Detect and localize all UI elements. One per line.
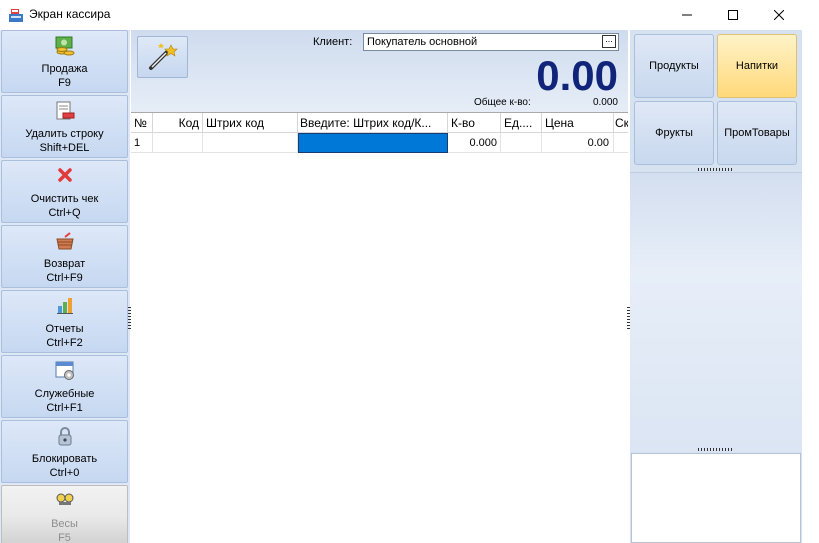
lock-label: Блокировать [31,453,98,465]
magic-wand-icon [149,43,178,70]
client-value: Покупатель основной [367,36,478,48]
cell-input-selected[interactable] [298,133,448,153]
cashier-window: Экран кассира Продажа F9 Удалить строку … [0,0,819,543]
return-button[interactable]: Возврат Ctrl+F9 [1,225,128,288]
maximize-icon [728,10,738,20]
reports-label: Отчеты [45,323,84,335]
category-products-button[interactable]: Продукты [634,34,714,98]
chart-icon [57,298,73,314]
cell-code[interactable] [153,133,203,153]
settings-window-icon [55,361,74,380]
category-panel: Продукты Напитки Фрукты ПромТовары [630,30,802,543]
clear-receipt-shortcut: Ctrl+Q [48,207,81,219]
client-field[interactable]: Покупатель основной ... [363,33,619,51]
column-header-qty[interactable]: К-во [448,113,501,133]
column-header-price[interactable]: Цена [542,113,614,133]
return-label: Возврат [43,258,86,270]
total-amount: 0.00 [536,52,618,99]
minimize-icon [682,14,692,16]
minimize-button[interactable] [664,0,710,30]
coins-icon [55,36,75,56]
scales-icon [56,493,74,505]
clear-receipt-label: Очистить чек [30,193,99,205]
column-header-num[interactable]: № [131,113,153,133]
category-label: Продукты [649,60,699,72]
total-qty-value: 0.000 [592,97,618,108]
lock-shortcut: Ctrl+0 [49,467,80,479]
total-qty-label: Общее к-во: [474,97,531,108]
category-fruits-button[interactable]: Фрукты [634,101,714,165]
scales-button[interactable]: Весы F5 [1,485,128,543]
maximize-button[interactable] [710,0,756,30]
category-drinks-button[interactable]: Напитки [717,34,797,98]
column-header-barcode[interactable]: Штрих код [203,113,298,133]
return-icon [56,232,74,250]
lock-icon [58,427,72,446]
service-button[interactable]: Служебные Ctrl+F1 [1,355,128,418]
reports-shortcut: Ctrl+F2 [46,337,83,349]
sale-shortcut: F9 [58,77,71,89]
product-area [630,172,802,452]
column-header-input[interactable]: Введите: Штрих код/К... [298,113,448,133]
clear-receipt-button[interactable]: Очистить чек Ctrl+Q [1,160,128,223]
cell-unit[interactable] [501,133,542,153]
cell-barcode[interactable] [203,133,298,153]
client-browse-button[interactable]: ... [602,35,616,48]
return-shortcut: Ctrl+F9 [46,272,83,284]
cell-qty[interactable]: 0.000 [448,133,501,153]
reports-button[interactable]: Отчеты Ctrl+F2 [1,290,128,353]
cell-discount[interactable] [614,133,628,153]
info-box [631,453,801,543]
client-label: Клиент: [313,36,353,48]
cash-register-icon [9,9,23,22]
sale-button[interactable]: Продажа F9 [1,30,128,93]
service-shortcut: Ctrl+F1 [46,402,83,414]
category-label: Напитки [735,60,779,72]
left-menu-panel: Продажа F9 Удалить строку Shift+DEL Очис… [0,30,130,543]
sale-label: Продажа [41,63,88,75]
cell-num[interactable]: 1 [131,133,153,153]
category-label: ПромТовары [724,127,790,139]
category-splitter-grip[interactable] [698,168,734,171]
column-header-discount[interactable]: Ск [614,113,628,133]
delete-row-button[interactable]: Удалить строку Shift+DEL [1,95,128,158]
service-label: Служебные [34,388,95,400]
wand-button[interactable] [137,36,188,78]
lock-button[interactable]: Блокировать Ctrl+0 [1,420,128,483]
delete-row-icon [56,101,75,120]
bottom-splitter-grip[interactable] [698,448,734,451]
receipt-grid[interactable]: № Код Штрих код Введите: Штрих код/К... … [131,112,628,543]
clear-icon [58,168,72,182]
column-header-unit[interactable]: Ед.... [501,113,542,133]
window-title: Экран кассира [29,7,111,21]
category-industrial-goods-button[interactable]: ПромТовары [717,101,797,165]
delete-row-shortcut: Shift+DEL [39,142,90,154]
scales-label: Весы [51,518,78,530]
cell-price[interactable]: 0.00 [542,133,614,153]
close-button[interactable] [756,0,802,30]
title-bar: Экран кассира [0,0,819,30]
scales-shortcut: F5 [58,532,71,543]
category-label: Фрукты [655,127,693,139]
close-icon [774,10,784,20]
delete-row-label: Удалить строку [25,128,104,140]
column-header-code[interactable]: Код [153,113,203,133]
top-info-bar: Клиент: Покупатель основной ... 0.00 Общ… [131,30,628,112]
